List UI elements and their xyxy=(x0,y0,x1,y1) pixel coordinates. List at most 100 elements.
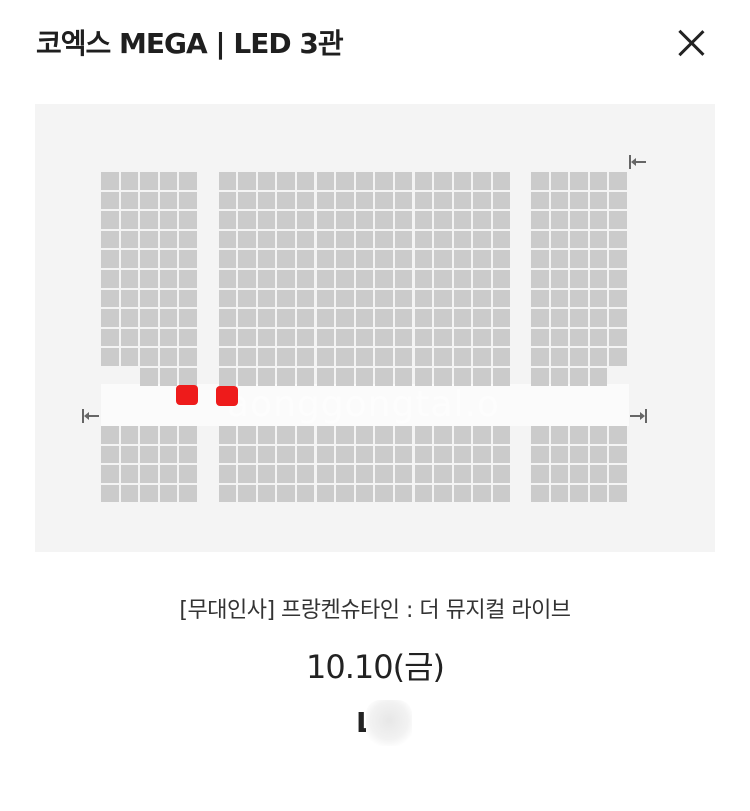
seat[interactable] xyxy=(277,230,295,249)
seat[interactable] xyxy=(101,211,119,229)
seat[interactable] xyxy=(473,172,491,190)
seat[interactable] xyxy=(101,309,119,327)
seat[interactable] xyxy=(101,348,119,366)
seat[interactable] xyxy=(375,250,393,268)
seat[interactable] xyxy=(531,172,549,190)
seat[interactable] xyxy=(277,465,295,483)
seat[interactable] xyxy=(550,250,569,268)
seat[interactable] xyxy=(453,250,472,268)
seat[interactable] xyxy=(550,172,569,190)
seat[interactable] xyxy=(140,445,158,464)
seat[interactable] xyxy=(473,368,491,386)
seat[interactable] xyxy=(316,270,334,288)
seat[interactable] xyxy=(609,250,627,268)
seat[interactable] xyxy=(238,289,256,308)
seat[interactable] xyxy=(159,191,178,210)
seat[interactable] xyxy=(492,270,511,288)
seat[interactable] xyxy=(609,289,627,308)
seat[interactable] xyxy=(296,172,315,190)
seat[interactable] xyxy=(277,270,295,288)
seat[interactable] xyxy=(570,465,588,483)
seat[interactable] xyxy=(257,465,276,483)
seat[interactable] xyxy=(434,250,452,268)
seat[interactable] xyxy=(277,426,295,444)
seat[interactable] xyxy=(609,172,627,190)
seat[interactable] xyxy=(101,270,119,288)
seat[interactable] xyxy=(140,328,158,347)
seat[interactable] xyxy=(434,348,452,366)
seat[interactable] xyxy=(434,465,452,483)
seat[interactable] xyxy=(179,465,197,483)
seat[interactable] xyxy=(570,211,588,229)
seat[interactable] xyxy=(550,191,569,210)
seat[interactable] xyxy=(473,484,491,503)
seat[interactable] xyxy=(238,230,256,249)
seat[interactable] xyxy=(120,211,139,229)
seat[interactable] xyxy=(140,289,158,308)
seat[interactable] xyxy=(453,465,472,483)
seat[interactable] xyxy=(238,328,256,347)
seat[interactable] xyxy=(277,211,295,229)
seat[interactable] xyxy=(159,426,178,444)
seat[interactable] xyxy=(609,426,627,444)
seat[interactable] xyxy=(257,348,276,366)
seat[interactable] xyxy=(277,309,295,327)
seat[interactable] xyxy=(101,484,119,503)
seat[interactable] xyxy=(550,309,569,327)
seat[interactable] xyxy=(120,328,139,347)
seat[interactable] xyxy=(316,445,334,464)
seat[interactable] xyxy=(414,445,432,464)
seat[interactable] xyxy=(257,426,276,444)
seat[interactable] xyxy=(492,191,511,210)
seat[interactable] xyxy=(589,465,608,483)
seat[interactable] xyxy=(414,270,432,288)
seat[interactable] xyxy=(375,445,393,464)
seat[interactable] xyxy=(296,289,315,308)
seat[interactable] xyxy=(473,445,491,464)
seat[interactable] xyxy=(414,289,432,308)
seat[interactable] xyxy=(589,191,608,210)
seat[interactable] xyxy=(140,230,158,249)
seat[interactable] xyxy=(473,191,491,210)
seat[interactable] xyxy=(159,465,178,483)
seat[interactable] xyxy=(609,211,627,229)
seat[interactable] xyxy=(179,484,197,503)
seat[interactable] xyxy=(355,328,374,347)
seat[interactable] xyxy=(218,289,236,308)
seat[interactable] xyxy=(179,270,197,288)
seat[interactable] xyxy=(140,250,158,268)
seat[interactable] xyxy=(101,230,119,249)
seat[interactable] xyxy=(257,270,276,288)
seat[interactable] xyxy=(414,426,432,444)
seat[interactable] xyxy=(316,211,334,229)
seat[interactable] xyxy=(179,250,197,268)
seat[interactable] xyxy=(296,309,315,327)
seat[interactable] xyxy=(120,230,139,249)
seat[interactable] xyxy=(589,289,608,308)
seat[interactable] xyxy=(316,368,334,386)
seat[interactable] xyxy=(394,484,413,503)
seat[interactable] xyxy=(257,211,276,229)
seat[interactable] xyxy=(336,230,354,249)
seat[interactable] xyxy=(257,289,276,308)
seat[interactable] xyxy=(531,309,549,327)
seat[interactable] xyxy=(355,309,374,327)
seat[interactable] xyxy=(473,426,491,444)
seat[interactable] xyxy=(296,426,315,444)
seat[interactable] xyxy=(140,348,158,366)
seat[interactable] xyxy=(336,211,354,229)
seat[interactable] xyxy=(453,328,472,347)
seat[interactable] xyxy=(316,426,334,444)
seat[interactable] xyxy=(140,426,158,444)
seat[interactable] xyxy=(414,230,432,249)
seat[interactable] xyxy=(531,348,549,366)
seat[interactable] xyxy=(570,289,588,308)
seat[interactable] xyxy=(218,368,236,386)
seat[interactable] xyxy=(140,484,158,503)
seat[interactable] xyxy=(414,172,432,190)
seat[interactable] xyxy=(375,328,393,347)
seat[interactable] xyxy=(120,172,139,190)
seat[interactable] xyxy=(238,368,256,386)
seat[interactable] xyxy=(434,172,452,190)
seat[interactable] xyxy=(336,309,354,327)
